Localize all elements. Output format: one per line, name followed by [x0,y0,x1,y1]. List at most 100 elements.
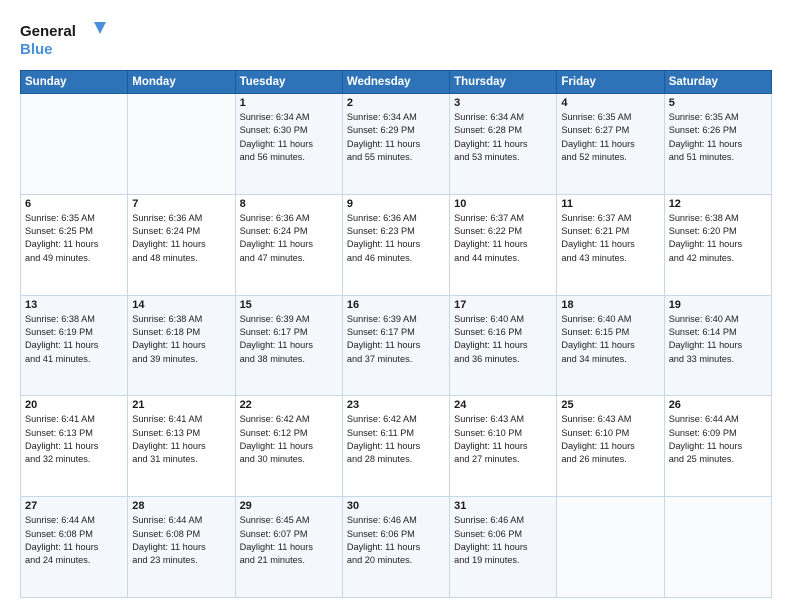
calendar-cell [128,94,235,195]
calendar-cell: 15Sunrise: 6:39 AM Sunset: 6:17 PM Dayli… [235,295,342,396]
day-info: Sunrise: 6:44 AM Sunset: 6:08 PM Dayligh… [132,514,230,567]
dow-header: Tuesday [235,71,342,94]
day-info: Sunrise: 6:39 AM Sunset: 6:17 PM Dayligh… [347,313,445,366]
calendar-body: 1 Sunrise: 6:34 AM Sunset: 6:30 PM Daylig… [21,94,772,598]
day-info: Sunrise: 6:38 AM Sunset: 6:18 PM Dayligh… [132,313,230,366]
day-number: 23 [347,399,445,411]
day-number: 5 [669,97,767,109]
svg-text:Blue: Blue [20,41,53,58]
day-number: 14 [132,299,230,311]
day-number: 10 [454,198,552,210]
day-info: Sunrise: 6:44 AM Sunset: 6:08 PM Dayligh… [25,514,123,567]
day-number: 6 [25,198,123,210]
day-info: Sunrise: 6:46 AM Sunset: 6:06 PM Dayligh… [347,514,445,567]
calendar-header: SundayMondayTuesdayWednesdayThursdayFrid… [21,71,772,94]
day-info: Sunrise: 6:43 AM Sunset: 6:10 PM Dayligh… [454,413,552,466]
dow-header: Friday [557,71,664,94]
calendar-cell: 14 Sunrise: 6:38 AM Sunset: 6:18 PM Dayli… [128,295,235,396]
calendar-cell: 22Sunrise: 6:42 AM Sunset: 6:12 PM Dayli… [235,396,342,497]
calendar-table: SundayMondayTuesdayWednesdayThursdayFrid… [20,70,772,598]
calendar-cell: 16 Sunrise: 6:39 AM Sunset: 6:17 PM Dayli… [342,295,449,396]
day-info: Sunrise: 6:40 AM Sunset: 6:15 PM Dayligh… [561,313,659,366]
day-info: Sunrise: 6:36 AM Sunset: 6:24 PM Dayligh… [240,212,338,265]
header: General Blue [20,18,772,60]
calendar-cell: 7 Sunrise: 6:36 AM Sunset: 6:24 PM Daylig… [128,194,235,295]
day-number: 13 [25,299,123,311]
day-info: Sunrise: 6:40 AM Sunset: 6:16 PM Dayligh… [454,313,552,366]
dow-header: Thursday [450,71,557,94]
day-number: 28 [132,500,230,512]
day-info: Sunrise: 6:36 AM Sunset: 6:23 PM Dayligh… [347,212,445,265]
day-info: Sunrise: 6:35 AM Sunset: 6:26 PM Dayligh… [669,111,767,164]
dow-header: Monday [128,71,235,94]
calendar-cell: 30 Sunrise: 6:46 AM Sunset: 6:06 PM Dayli… [342,497,449,598]
day-number: 7 [132,198,230,210]
logo: General Blue [20,18,110,60]
day-info: Sunrise: 6:38 AM Sunset: 6:19 PM Dayligh… [25,313,123,366]
day-info: Sunrise: 6:45 AM Sunset: 6:07 PM Dayligh… [240,514,338,567]
logo-icon: General Blue [20,18,110,60]
day-number: 25 [561,399,659,411]
day-number: 16 [347,299,445,311]
logo-svg: General Blue [20,18,110,60]
day-number: 20 [25,399,123,411]
calendar-cell: 25Sunrise: 6:43 AM Sunset: 6:10 PM Dayli… [557,396,664,497]
day-number: 11 [561,198,659,210]
calendar-cell: 11 Sunrise: 6:37 AM Sunset: 6:21 PM Dayli… [557,194,664,295]
calendar-cell: 29Sunrise: 6:45 AM Sunset: 6:07 PM Dayli… [235,497,342,598]
day-info: Sunrise: 6:41 AM Sunset: 6:13 PM Dayligh… [132,413,230,466]
day-number: 24 [454,399,552,411]
dow-header: Wednesday [342,71,449,94]
calendar-cell [21,94,128,195]
day-info: Sunrise: 6:42 AM Sunset: 6:12 PM Dayligh… [240,413,338,466]
calendar-cell: 28 Sunrise: 6:44 AM Sunset: 6:08 PM Dayli… [128,497,235,598]
day-info: Sunrise: 6:36 AM Sunset: 6:24 PM Dayligh… [132,212,230,265]
dow-header: Sunday [21,71,128,94]
day-info: Sunrise: 6:39 AM Sunset: 6:17 PM Dayligh… [240,313,338,366]
day-number: 30 [347,500,445,512]
calendar-cell [557,497,664,598]
day-info: Sunrise: 6:37 AM Sunset: 6:22 PM Dayligh… [454,212,552,265]
day-info: Sunrise: 6:38 AM Sunset: 6:20 PM Dayligh… [669,212,767,265]
calendar-cell: 9 Sunrise: 6:36 AM Sunset: 6:23 PM Daylig… [342,194,449,295]
day-number: 12 [669,198,767,210]
day-number: 17 [454,299,552,311]
day-number: 4 [561,97,659,109]
day-number: 18 [561,299,659,311]
day-number: 31 [454,500,552,512]
day-number: 3 [454,97,552,109]
day-number: 21 [132,399,230,411]
calendar-cell: 19 Sunrise: 6:40 AM Sunset: 6:14 PM Dayli… [664,295,771,396]
calendar-cell: 24 Sunrise: 6:43 AM Sunset: 6:10 PM Dayli… [450,396,557,497]
calendar-cell: 27 Sunrise: 6:44 AM Sunset: 6:08 PM Dayli… [21,497,128,598]
calendar-cell: 6 Sunrise: 6:35 AM Sunset: 6:25 PM Daylig… [21,194,128,295]
calendar-cell: 21 Sunrise: 6:41 AM Sunset: 6:13 PM Dayli… [128,396,235,497]
day-info: Sunrise: 6:34 AM Sunset: 6:29 PM Dayligh… [347,111,445,164]
day-number: 8 [240,198,338,210]
day-info: Sunrise: 6:37 AM Sunset: 6:21 PM Dayligh… [561,212,659,265]
day-info: Sunrise: 6:35 AM Sunset: 6:25 PM Dayligh… [25,212,123,265]
calendar-cell: 1 Sunrise: 6:34 AM Sunset: 6:30 PM Daylig… [235,94,342,195]
calendar-cell: 4 Sunrise: 6:35 AM Sunset: 6:27 PM Daylig… [557,94,664,195]
day-info: Sunrise: 6:44 AM Sunset: 6:09 PM Dayligh… [669,413,767,466]
day-info: Sunrise: 6:40 AM Sunset: 6:14 PM Dayligh… [669,313,767,366]
calendar-cell: 8 Sunrise: 6:36 AM Sunset: 6:24 PM Daylig… [235,194,342,295]
svg-text:General: General [20,23,76,40]
calendar-cell: 10 Sunrise: 6:37 AM Sunset: 6:22 PM Dayli… [450,194,557,295]
calendar-cell: 20 Sunrise: 6:41 AM Sunset: 6:13 PM Dayli… [21,396,128,497]
calendar-cell: 31 Sunrise: 6:46 AM Sunset: 6:06 PM Dayli… [450,497,557,598]
dow-header: Saturday [664,71,771,94]
day-info: Sunrise: 6:34 AM Sunset: 6:30 PM Dayligh… [240,111,338,164]
day-number: 9 [347,198,445,210]
day-number: 27 [25,500,123,512]
day-number: 1 [240,97,338,109]
calendar-cell: 13 Sunrise: 6:38 AM Sunset: 6:19 PM Dayli… [21,295,128,396]
day-number: 19 [669,299,767,311]
calendar-cell: 23Sunrise: 6:42 AM Sunset: 6:11 PM Dayli… [342,396,449,497]
calendar-page: General Blue SundayMondayTuesdayWednesda… [0,0,792,612]
calendar-cell: 12 Sunrise: 6:38 AM Sunset: 6:20 PM Dayli… [664,194,771,295]
day-info: Sunrise: 6:41 AM Sunset: 6:13 PM Dayligh… [25,413,123,466]
calendar-cell: 3Sunrise: 6:34 AM Sunset: 6:28 PM Daylig… [450,94,557,195]
day-info: Sunrise: 6:46 AM Sunset: 6:06 PM Dayligh… [454,514,552,567]
day-info: Sunrise: 6:35 AM Sunset: 6:27 PM Dayligh… [561,111,659,164]
